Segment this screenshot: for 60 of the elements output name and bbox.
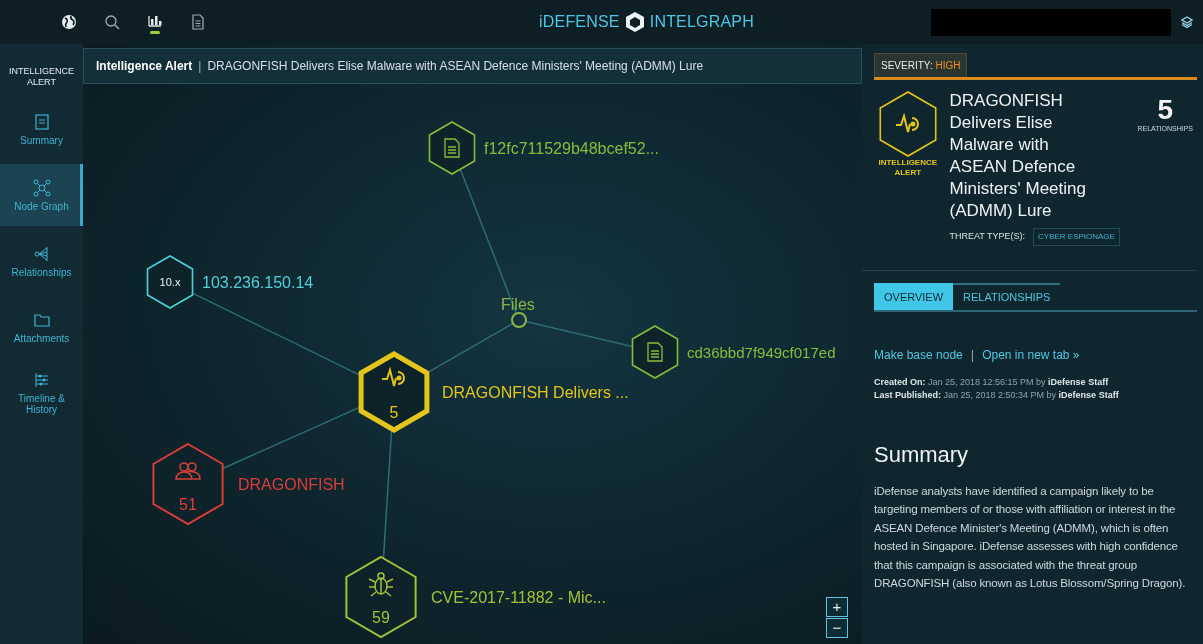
search-icon <box>103 13 121 31</box>
pulse-icon <box>381 366 405 387</box>
bug-icon <box>368 572 394 597</box>
meta-line: Last Published: Jan 25, 2018 2:50:34 PM by iDefense Staff <box>874 388 1120 402</box>
separator-text: | <box>198 58 202 75</box>
node-label[interactable]: 103.236.150.14 <box>202 274 314 291</box>
type-label: INTELLIGENCE ALERT <box>877 158 938 178</box>
hexagon-node[interactable] <box>631 325 679 379</box>
note-icon <box>32 112 51 131</box>
hexagon-node[interactable] <box>358 351 430 433</box>
zoom-in-button[interactable]: + <box>826 597 848 617</box>
relationship-count: 5 <box>1156 96 1175 124</box>
sidebar-item[interactable]: Attachments <box>0 296 83 358</box>
globe-icon <box>60 13 78 31</box>
sidebar-item[interactable]: Timeline & History <box>0 362 83 424</box>
hexagon-node[interactable] <box>345 555 417 639</box>
timeline-icon <box>32 371 51 389</box>
alert-hexagon-icon <box>877 90 938 158</box>
node-label[interactable]: DRAGONFISH Delivers ... <box>442 384 629 401</box>
document-icon <box>189 13 207 31</box>
action-link[interactable]: Make base node <box>874 345 963 364</box>
zoom-out-button[interactable]: − <box>826 618 848 638</box>
hexagon-node[interactable] <box>146 255 194 309</box>
hexagon-node[interactable] <box>152 442 224 526</box>
threat-tag[interactable]: CYBER ESPIONAGE <box>1033 228 1120 246</box>
node-label[interactable]: Files <box>501 296 535 313</box>
node-count: 59 <box>372 609 390 626</box>
brand-name: iDEFENSE <box>539 12 620 32</box>
layers-icon[interactable] <box>1181 16 1193 28</box>
relationships-icon <box>32 244 51 263</box>
summary-heading: Summary <box>874 441 970 468</box>
hub-node[interactable] <box>511 312 527 328</box>
panel-tab[interactable]: OVERVIEW <box>874 283 954 310</box>
node-count: 51 <box>179 496 197 513</box>
meta-line: Created On: Jan 25, 2018 12:56:15 PM by iDefense Staff <box>874 375 1110 389</box>
action-link[interactable]: Open in new tab » <box>982 345 1080 364</box>
breadcrumb-section[interactable]: Intelligence Alert <box>96 57 193 75</box>
cube-logo-icon <box>623 11 646 33</box>
node-label[interactable]: f12fc711529b48bcef52... <box>484 140 659 157</box>
document-icon <box>647 342 663 362</box>
breadcrumb-title: DRAGONFISH Delivers Elise Malware with ASEAN Defence Ministers' Meeting (ADMM) Lure <box>207 58 704 75</box>
hexagon-node[interactable] <box>428 121 476 175</box>
alert-title: DRAGONFISH Delivers Elise Malware with ASEAN Defence Ministers' Meeting (ADMM) Lure <box>949 90 1087 222</box>
node-label[interactable]: CVE-2017-11882 - Mic... <box>431 589 606 606</box>
people-icon <box>175 462 201 480</box>
node-label[interactable]: DRAGONFISH <box>238 476 345 493</box>
sidebar-item[interactable]: Summary <box>0 98 83 160</box>
node-label[interactable]: cd36bbd7f949cf017ed <box>687 344 836 361</box>
node-short-label: 10.x <box>159 276 181 288</box>
node-count: 5 <box>389 404 399 421</box>
separator-text: | <box>970 348 975 361</box>
severity-tag: SEVERITY: HIGH <box>874 53 968 77</box>
threat-type-label: THREAT TYPE(S): <box>949 230 1025 244</box>
sidebar-item[interactable]: Node Graph <box>0 164 83 226</box>
brand-name: INTELGRAPH <box>649 12 754 32</box>
sidebar-item[interactable]: Relationships <box>0 230 83 292</box>
document-icon <box>444 138 460 158</box>
summary-text: iDefense analysts have identified a campaign likely to be targeting members of or those with affiliation or interest in the ASEAN Defence Minister's Meeting (ADMM), which is often hosted in Singapore. iDefense assesses with high confidence that this campaign is associated with the threat group DRAGONFISH (also known as Lotus Blossom/Spring Dragon). <box>874 483 1187 592</box>
sidebar-header: INTELLIGENCE ALERT <box>8 65 75 89</box>
node-graph-icon <box>32 178 51 197</box>
